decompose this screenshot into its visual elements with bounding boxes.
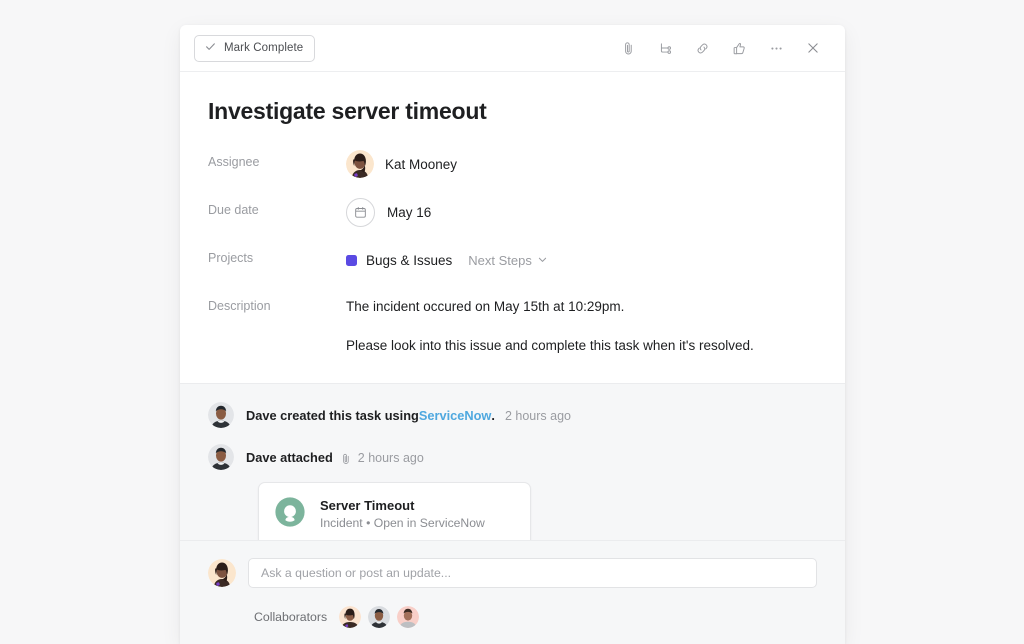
description-body[interactable]: The incident occured on May 15th at 10:2… [346, 291, 817, 357]
servicenow-link[interactable]: ServiceNow [419, 408, 492, 425]
collaborator-avatar-2[interactable] [368, 606, 391, 628]
project-chip[interactable]: Bugs & Issues [346, 253, 452, 268]
more-icon [768, 40, 785, 57]
attachment-card[interactable]: Server Timeout Incident • Open in Servic… [258, 481, 531, 541]
due-date-label: Due date [208, 203, 259, 217]
activity-item-created: Dave created this task using ServiceNow.… [208, 401, 817, 428]
project-color-swatch [346, 254, 357, 266]
collaborators-label: Collaborators [254, 610, 328, 624]
attachment-icon [620, 40, 637, 57]
activity-attached-prefix: Dave attached [246, 449, 333, 465]
activity-timestamp-2: 2 hours ago [357, 450, 424, 465]
assignee-name: Kat Mooney [385, 156, 458, 172]
collaborator-avatar-3[interactable] [397, 606, 420, 628]
close-icon-button[interactable] [799, 34, 827, 62]
field-description: Description The incident occured on May … [194, 291, 817, 357]
collaborator-avatar-1[interactable] [339, 606, 362, 628]
attachment-icon [339, 452, 353, 466]
check-icon [204, 40, 217, 56]
chevron-down-icon [537, 253, 548, 268]
comment-composer: Collaborators [180, 541, 845, 644]
collaborators-row: Collaborators [254, 606, 817, 628]
description-line-2: Please look into this issue and complete… [346, 338, 754, 354]
comment-input[interactable] [248, 558, 817, 588]
more-icon-button[interactable] [762, 34, 790, 62]
servicenow-logo-icon [273, 495, 307, 534]
mark-complete-button[interactable]: Mark Complete [194, 34, 316, 62]
activity-created-suffix: . [491, 407, 495, 423]
assignee-avatar [346, 150, 374, 178]
description-line-1: The incident occured on May 15th at 10:2… [346, 299, 625, 314]
task-detail-panel: Mark Complete Investigate server timeout… [180, 25, 845, 644]
field-projects: Projects Bugs & Issues Next Steps [194, 243, 817, 279]
activity-timestamp: 2 hours ago [504, 408, 571, 423]
assignee-chip[interactable]: Kat Mooney [346, 150, 457, 178]
activity-created-prefix: Dave created this task using [246, 407, 419, 423]
task-details: Investigate server timeout Assignee Kat … [180, 72, 845, 384]
assignee-label: Assignee [208, 155, 260, 169]
activity-feed: Dave created this task using ServiceNow.… [180, 383, 845, 541]
description-label: Description [208, 299, 271, 313]
task-title: Investigate server timeout [208, 98, 487, 124]
link-icon [694, 40, 711, 57]
link-icon-button[interactable] [688, 34, 716, 62]
activity-avatar-dave-2 [208, 443, 234, 470]
field-due-date: Due date May 16 [194, 195, 817, 231]
like-icon-button[interactable] [725, 34, 753, 62]
activity-item-attached: Dave attached 2 hours ago [208, 443, 817, 470]
task-toolbar: Mark Complete [180, 25, 845, 72]
mark-complete-label: Mark Complete [224, 42, 304, 54]
current-user-avatar [208, 559, 236, 587]
calendar-icon [346, 197, 375, 227]
attachment-card-text: Server Timeout Incident • Open in Servic… [320, 498, 485, 530]
attachment-icon-button[interactable] [614, 34, 642, 62]
due-date-value: May 16 [387, 204, 432, 220]
subtask-icon [657, 40, 674, 57]
project-section-dropdown[interactable]: Next Steps [468, 253, 548, 268]
field-assignee: Assignee Kat Mooney [194, 147, 817, 183]
close-icon [804, 39, 822, 57]
attachment-subtitle: Incident • Open in ServiceNow [320, 516, 485, 530]
due-date-chip[interactable]: May 16 [346, 197, 432, 227]
attachment-title: Server Timeout [320, 498, 415, 513]
project-name: Bugs & Issues [366, 252, 453, 268]
activity-text-attached: Dave attached 2 hours ago [246, 444, 424, 467]
projects-label: Projects [208, 251, 254, 265]
project-section-label: Next Steps [468, 252, 532, 268]
activity-avatar-dave [208, 401, 234, 428]
activity-text-created: Dave created this task using ServiceNow.… [246, 402, 571, 425]
toolbar-actions [614, 34, 831, 62]
collaborator-avatars [339, 606, 420, 628]
like-icon [731, 40, 748, 57]
subtask-icon-button[interactable] [651, 34, 679, 62]
